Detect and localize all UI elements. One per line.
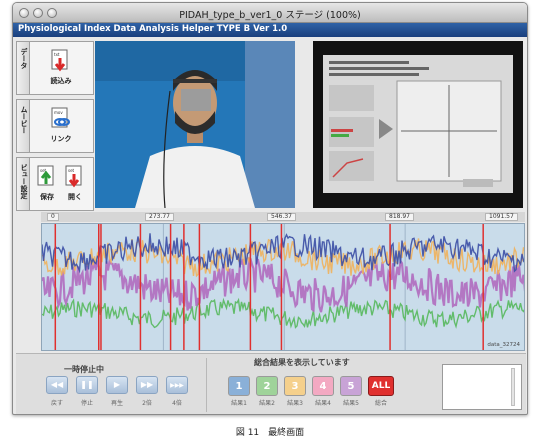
signal-chart[interactable]: data_32724 [41, 223, 525, 351]
result-button-1[interactable]: 1 [228, 376, 250, 396]
tick-label: 0 [47, 213, 59, 221]
play-icon: ▶ [113, 380, 121, 389]
divider [206, 358, 207, 412]
result-button-label: 結果4 [315, 400, 331, 407]
pause-button[interactable]: ❚❚ [76, 376, 98, 394]
faster-forward-button[interactable]: ▶▶▶ [166, 376, 188, 394]
save-file-icon: set [37, 165, 57, 191]
results-heading: 総合結果を表示しています [254, 358, 350, 367]
tab-movie[interactable]: ムービー [17, 100, 30, 152]
rewind-label: 戻す [50, 400, 63, 407]
tab-data[interactable]: データ [17, 42, 30, 94]
tab-view-settings[interactable]: ビュー設定 [17, 158, 30, 210]
tab-view-settings-label: ビュー設定 [20, 164, 28, 199]
result-button-3[interactable]: 3 [284, 376, 306, 396]
tab-data-label: データ [20, 48, 28, 69]
window-title: PIDAH_type_b_ver1_0 ステージ (100%) [179, 10, 361, 21]
play-button[interactable]: ▶ [106, 376, 128, 394]
faster-forward-icon: ▶▶▶ [170, 382, 184, 389]
play-label: 再生 [110, 400, 123, 407]
pause-icon: ❚❚ [80, 380, 94, 389]
fast-forward-button[interactable]: ▶▶ [136, 376, 158, 394]
save-button[interactable]: set 保存 [33, 165, 61, 202]
load-label: 読込み [50, 77, 72, 85]
chart-data-label: data_32724 [487, 342, 520, 348]
slide-view[interactable] [313, 41, 523, 208]
playback-status: 一時停止中 [64, 365, 104, 374]
tick-label: 1091.57 [485, 213, 518, 221]
movie-section: ムービー mov リンク [16, 99, 94, 153]
rewind-button[interactable]: ◀◀ [46, 376, 68, 394]
view-settings-section: ビュー設定 set 保存 set 開く [16, 157, 94, 211]
title-bar: PIDAH_type_b_ver1_0 ステージ (100%) [13, 3, 527, 23]
rewind-icon: ◀◀ [50, 380, 64, 389]
app-header: Physiological Index Data Analysis Helper… [13, 23, 527, 37]
result-button-2[interactable]: 2 [256, 376, 278, 396]
result-button-all-label: 総合 [374, 400, 387, 407]
preview-scrollbar[interactable] [511, 368, 515, 406]
link-button[interactable]: mov リンク [47, 107, 75, 144]
pause-label: 停止 [80, 400, 93, 407]
link-file-icon: mov [51, 107, 71, 133]
load-button[interactable]: txt 読込み [47, 49, 75, 86]
app-window: PIDAH_type_b_ver1_0 ステージ (100%) Physiolo… [12, 2, 528, 415]
faster-forward-label: 4倍 [172, 400, 182, 407]
signal-chart-svg [42, 224, 524, 350]
open-label: 開く [68, 193, 82, 201]
result-button-4[interactable]: 4 [312, 376, 334, 396]
fast-forward-label: 2倍 [142, 400, 152, 407]
result-button-all[interactable]: ALL [368, 376, 394, 396]
open-file-icon: set [65, 165, 85, 191]
open-button[interactable]: set 開く [61, 165, 89, 202]
timeline-ruler[interactable]: 0 273.77 546.37 818.97 1091.57 [41, 212, 525, 222]
save-label: 保存 [40, 193, 54, 201]
tick-label: 546.37 [267, 213, 296, 221]
tick-label: 818.97 [385, 213, 414, 221]
fast-forward-icon: ▶▶ [140, 380, 154, 389]
tick-label: 273.77 [145, 213, 174, 221]
data-section: データ txt 読込み [16, 41, 94, 95]
control-panel: 一時停止中 ◀◀ 戻す ❚❚ 停止 ▶ 再生 ▶▶ 2倍 ▶▶▶ 4倍 総合結果… [16, 353, 526, 414]
result-button-label: 結果5 [343, 400, 359, 407]
preview-box [442, 364, 522, 410]
svg-text:mov: mov [54, 110, 63, 115]
svg-text:set: set [68, 168, 75, 173]
result-button-5[interactable]: 5 [340, 376, 362, 396]
result-button-label: 結果2 [259, 400, 275, 407]
tool-panel: データ txt 読込み ムービー mov リンク ビュー設定 set 保存 se… [16, 41, 96, 211]
app-title: Physiological Index Data Analysis Helper… [18, 24, 288, 34]
svg-text:txt: txt [54, 52, 60, 57]
face-blur [181, 89, 211, 111]
figure-caption: 図 11 最終画面 [235, 428, 305, 438]
result-button-label: 結果3 [287, 400, 303, 407]
link-label: リンク [50, 135, 72, 143]
result-button-label: 結果1 [231, 400, 247, 407]
tab-movie-label: ムービー [20, 106, 28, 134]
video-view[interactable] [95, 41, 295, 208]
load-file-icon: txt [51, 49, 71, 75]
